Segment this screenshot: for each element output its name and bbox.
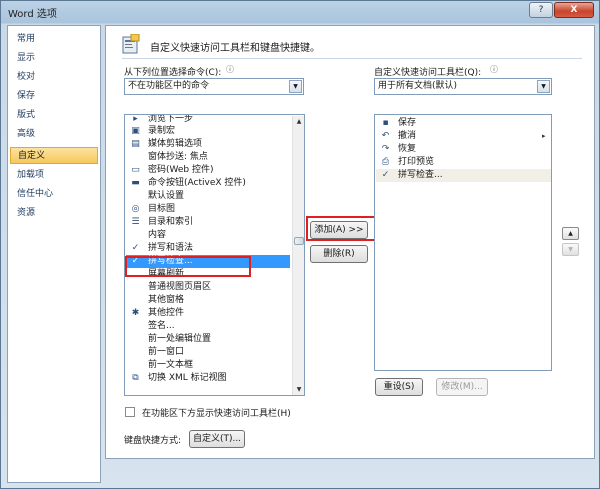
toc-icon: ☰ — [131, 217, 140, 227]
list-item[interactable]: ▤ 媒体剪辑选项 — [126, 138, 290, 151]
window-title: Word 选项 — [8, 9, 57, 20]
list-item[interactable]: ▣ 录制宏 — [126, 125, 290, 138]
options-nav: 常用 显示 校对 保存 版式 高级 自定义 加载项 信任中心 资源 — [7, 25, 101, 483]
keyboard-shortcuts-label: 键盘快捷方式: — [124, 436, 182, 446]
chevron-down-icon[interactable]: ▼ — [289, 80, 302, 93]
modify-button: 修改(M)... — [436, 378, 488, 396]
info-icon: ⓘ — [226, 65, 234, 74]
xml-icon: ⧉ — [132, 373, 139, 383]
nav-item-display[interactable]: 显示 — [10, 50, 98, 67]
list-item[interactable]: ◎ 目标图 — [126, 203, 290, 216]
list-item[interactable]: 普通视图页眉区 — [126, 281, 290, 294]
info-icon: ⓘ — [490, 65, 498, 74]
reset-button[interactable]: 重设(S) — [375, 378, 423, 396]
list-item[interactable]: 前一处编辑位置 — [126, 333, 290, 346]
panel-header: 自定义快速访问工具栏和键盘快捷键。 — [150, 43, 320, 54]
submenu-arrow-icon: ▸ — [542, 132, 546, 140]
record-macro-icon: ▣ — [131, 126, 140, 136]
undo-icon: ↶ — [381, 131, 390, 141]
customize-toolbar-value: 用于所有文档(默认) — [378, 81, 458, 91]
list-item[interactable]: ▭ 密码(Web 控件) — [126, 164, 290, 177]
spell-check-icon: ✓ — [381, 170, 390, 180]
customize-toolbar-label: 自定义快速访问工具栏(Q): — [374, 68, 482, 78]
list-item[interactable]: ↷ 恢复 — [376, 143, 551, 156]
choose-commands-value: 不在功能区中的命令 — [128, 81, 210, 91]
customize-toolbar-dropdown[interactable]: 用于所有文档(默认) ▼ — [374, 78, 552, 95]
word-options-dialog: Word 选项 ? X 常用 显示 校对 保存 版式 高级 自定义 加载项 信任… — [0, 0, 600, 489]
nav-item-trust-center[interactable]: 信任中心 — [10, 186, 98, 203]
save-icon: ▪ — [382, 118, 389, 128]
choose-commands-dropdown[interactable]: 不在功能区中的命令 ▼ — [124, 78, 304, 95]
nav-item-resources[interactable]: 资源 — [10, 205, 98, 222]
list-item[interactable]: 其他窗格 — [126, 294, 290, 307]
target-icon: ◎ — [131, 204, 140, 214]
list-item[interactable]: ▪ 保存 — [376, 117, 551, 130]
nav-item-layout[interactable]: 版式 — [10, 107, 98, 124]
scroll-thumb[interactable] — [294, 237, 304, 245]
scroll-up-icon[interactable]: ▲ — [293, 116, 304, 127]
header-divider — [122, 58, 582, 59]
quick-access-toolbar-icon — [122, 34, 140, 54]
choose-commands-label: 从下列位置选择命令(C): — [124, 68, 222, 78]
list-item[interactable]: ↶ 撤消 ▸ — [376, 130, 551, 143]
show-below-ribbon-label: 在功能区下方显示快速访问工具栏(H) — [142, 409, 291, 419]
show-below-ribbon-checkbox[interactable] — [125, 407, 135, 417]
media-icon: ▤ — [131, 139, 140, 149]
title-bar: Word 选项 ? X — [1, 1, 599, 23]
list-item[interactable]: 签名... — [126, 320, 290, 333]
list-item[interactable]: ⎙ 打印预览 — [376, 156, 551, 169]
close-button[interactable]: X — [554, 2, 594, 18]
customize-panel: 自定义快速访问工具栏和键盘快捷键。 从下列位置选择命令(C): ⓘ 不在功能区中… — [105, 25, 595, 459]
help-button[interactable]: ? — [529, 2, 553, 18]
list-item[interactable]: 内容 — [126, 229, 290, 242]
nav-item-proofing[interactable]: 校对 — [10, 69, 98, 86]
nav-item-advanced[interactable]: 高级 — [10, 126, 98, 143]
other-controls-icon: ✱ — [131, 308, 140, 318]
list-item[interactable]: 默认设置 — [126, 190, 290, 203]
browse-icon: ▸ — [133, 114, 138, 124]
commands-scrollbar[interactable]: ▲ ▼ — [292, 116, 304, 395]
list-item[interactable]: ✓ 拼写和语法 — [126, 242, 290, 255]
nav-item-addins[interactable]: 加载项 — [10, 167, 98, 184]
remove-button[interactable]: 删除(R) — [310, 245, 368, 263]
password-control-icon: ▭ — [131, 165, 140, 175]
list-item[interactable]: ✱ 其他控件 — [126, 307, 290, 320]
scroll-down-icon[interactable]: ▼ — [293, 384, 304, 395]
add-button[interactable]: 添加(A) >> — [310, 221, 368, 239]
nav-item-save[interactable]: 保存 — [10, 88, 98, 105]
chevron-down-icon[interactable]: ▼ — [537, 80, 550, 93]
list-item[interactable]: 前一窗口 — [126, 346, 290, 359]
spelling-grammar-icon: ✓ — [131, 243, 140, 253]
commands-list[interactable]: ▸ 浏览下一步 ▣ 录制宏 ▤ 媒体剪辑选项 窗体抄送: 焦点 ▭ 密码(Web 控件)… — [124, 114, 305, 396]
print-preview-icon: ⎙ — [381, 157, 390, 167]
customize-shortcuts-button[interactable]: 自定义(T)... — [189, 430, 245, 448]
activex-button-icon: ▬ — [131, 178, 140, 188]
list-item[interactable]: ▬ 命令按钮(ActiveX 控件) — [126, 177, 290, 190]
move-up-button[interactable]: ▲ — [562, 227, 579, 240]
annotation-highlight — [125, 256, 251, 277]
redo-icon: ↷ — [381, 144, 390, 154]
list-item[interactable]: 前一文本框 — [126, 359, 290, 372]
quick-access-list[interactable]: ▪ 保存 ↶ 撤消 ▸ ↷ 恢复 ⎙ 打印预览 ✓ 拼写检查... — [374, 114, 552, 371]
list-item[interactable]: 窗体抄送: 焦点 — [126, 151, 290, 164]
triangle-down-icon: ▼ — [568, 246, 573, 253]
list-item[interactable]: ☰ 目录和索引 — [126, 216, 290, 229]
list-item[interactable]: ⧉ 切换 XML 标记视图 — [126, 372, 290, 385]
move-down-button: ▼ — [562, 243, 579, 256]
list-item-highlighted[interactable]: ✓ 拼写检查... — [376, 169, 551, 182]
triangle-up-icon: ▲ — [568, 230, 573, 237]
nav-item-customize[interactable]: 自定义 — [10, 147, 98, 164]
nav-item-popular[interactable]: 常用 — [10, 31, 98, 48]
